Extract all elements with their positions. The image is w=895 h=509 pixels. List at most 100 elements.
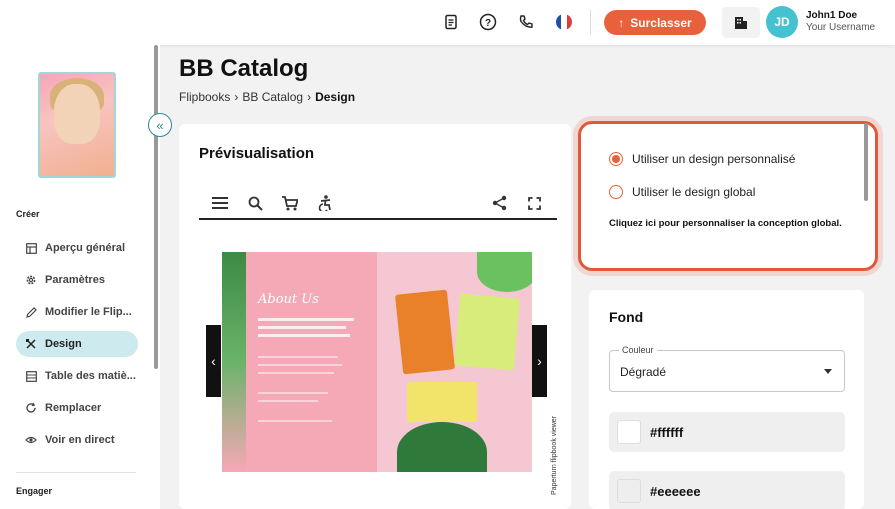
table-icon (25, 370, 37, 382)
sidebar-item-label: Paramètres (45, 274, 105, 286)
document-icon[interactable] (441, 12, 461, 32)
gear-icon (25, 274, 37, 286)
sidebar-scrollbar[interactable] (154, 45, 158, 369)
layout-icon (25, 242, 37, 254)
background-title: Fond (609, 309, 644, 325)
cart-icon[interactable] (280, 193, 300, 213)
upgrade-label: Surclasser (630, 15, 692, 30)
sidebar-item-label: Remplacer (45, 402, 102, 414)
avatar-initials: JD (774, 15, 790, 29)
page-decoration (477, 252, 532, 292)
color-field-2[interactable]: #eeeeee (609, 471, 845, 509)
text-line (258, 400, 318, 402)
sidebar-divider (16, 472, 136, 473)
text-line (258, 420, 332, 422)
sidebar-item-live-view[interactable]: Voir en direct (16, 427, 138, 453)
avatar[interactable]: JD (766, 6, 798, 38)
menu-icon[interactable] (210, 193, 230, 213)
product-card (394, 289, 456, 375)
color-field-1[interactable]: #ffffff (609, 412, 845, 452)
radio-custom-design[interactable]: Utiliser un design personnalisé (609, 152, 795, 166)
sidebar-item-settings[interactable]: Paramètres (16, 267, 138, 293)
flipbook-cover-thumbnail[interactable] (38, 72, 116, 178)
share-icon[interactable] (489, 193, 509, 213)
select-label: Couleur (619, 345, 657, 355)
color-swatch[interactable] (617, 479, 641, 503)
fullscreen-icon[interactable] (524, 193, 544, 213)
viewer-credit: Paperturn flipbook viewer (551, 416, 558, 495)
radio-global-design[interactable]: Utiliser le design global (609, 185, 755, 199)
color-hex: #ffffff (650, 424, 684, 440)
text-line (258, 326, 346, 329)
text-line (258, 364, 342, 366)
upgrade-button[interactable]: ↑ Surclasser (604, 10, 706, 35)
flag-fr-icon[interactable] (554, 12, 574, 32)
panel-scrollbar[interactable] (864, 123, 868, 201)
collapse-sidebar-button[interactable]: « (148, 113, 172, 137)
eye-icon (25, 434, 37, 446)
text-line (258, 318, 354, 321)
next-page-button[interactable]: › (532, 325, 547, 397)
pencil-icon (25, 306, 37, 318)
cover-face (54, 84, 100, 144)
breadcrumb-separator: › (307, 90, 312, 104)
flipbook-page-left[interactable]: About Us (222, 252, 377, 472)
sidebar-item-label: Design (45, 338, 82, 350)
sidebar-item-overview[interactable]: Aperçu général (16, 235, 138, 261)
user-username: Your Username (806, 22, 876, 33)
radio-label: Utiliser un design personnalisé (632, 152, 796, 166)
breadcrumb-separator: › (234, 90, 239, 104)
page-title: BB Catalog (179, 55, 309, 82)
color-type-select[interactable]: Couleur Dégradé (609, 345, 845, 392)
product-card (407, 382, 477, 422)
page-decoration (222, 252, 246, 472)
sidebar-item-label: Aperçu général (45, 242, 126, 254)
chevron-right-icon: › (537, 353, 542, 369)
sidebar-item-design[interactable]: Design (16, 331, 138, 357)
text-line (258, 372, 334, 374)
select-value: Dégradé (620, 365, 667, 379)
sidebar-item-label: Voir en direct (45, 434, 115, 446)
breadcrumb-current: Design (315, 90, 356, 104)
viewer-toolbar (199, 188, 557, 220)
text-line (258, 334, 350, 337)
flipbook-page-right[interactable] (377, 252, 532, 472)
double-chevron-left-icon: « (156, 117, 164, 133)
book-page-heading: About Us (258, 292, 319, 307)
building-icon[interactable] (722, 7, 760, 38)
refresh-icon (25, 402, 37, 414)
text-line (258, 392, 328, 394)
breadcrumb: Flipbooks › BB Catalog › Design (179, 90, 355, 104)
phone-icon[interactable] (516, 12, 536, 32)
color-swatch[interactable] (617, 420, 641, 444)
radio-selected-icon (609, 152, 623, 166)
previous-page-button[interactable]: ‹ (206, 325, 221, 397)
accessibility-icon[interactable] (315, 193, 335, 213)
chevron-left-icon: ‹ (211, 353, 216, 369)
sidebar-item-table-of-contents[interactable]: Table des matiè... (16, 363, 138, 389)
svg-text:?: ? (485, 18, 491, 29)
page-decoration (397, 422, 487, 472)
preview-title: Prévisualisation (199, 145, 315, 162)
section-engage-label: Engager (16, 486, 53, 496)
topbar-divider (590, 10, 591, 35)
sidebar-item-edit-flipbook[interactable]: Modifier le Flip... (16, 299, 138, 325)
radio-unselected-icon (609, 185, 623, 199)
search-icon[interactable] (245, 193, 265, 213)
arrow-up-icon: ↑ (618, 15, 625, 30)
caret-down-icon (824, 369, 832, 374)
section-create-label: Créer (16, 209, 40, 219)
color-hex: #eeeeee (650, 483, 701, 499)
sidebar-item-replace[interactable]: Remplacer (16, 395, 138, 421)
design-tools-icon (25, 338, 37, 350)
user-name: John1 Doe (806, 10, 858, 21)
help-icon[interactable]: ? (478, 12, 498, 32)
breadcrumb-catalog[interactable]: BB Catalog (242, 90, 303, 104)
breadcrumb-flipbooks[interactable]: Flipbooks (179, 90, 230, 104)
sidebar-item-label: Modifier le Flip... (45, 306, 132, 318)
product-card (453, 293, 521, 371)
radio-label: Utiliser le design global (632, 185, 756, 199)
text-line (258, 356, 338, 358)
customize-global-link[interactable]: Cliquez ici pour personnaliser la concep… (609, 213, 849, 234)
sidebar-item-label: Table des matiè... (45, 370, 136, 382)
